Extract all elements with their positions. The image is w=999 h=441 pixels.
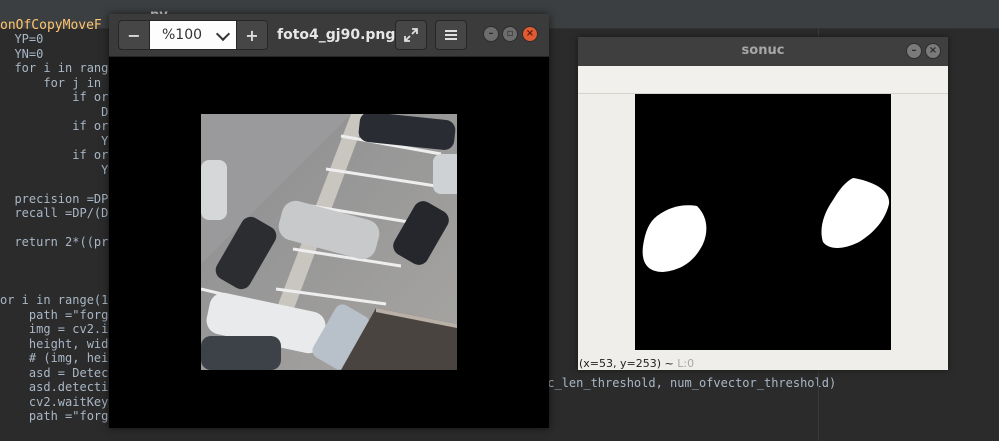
code-line: for i in range( bbox=[0, 61, 123, 75]
code-line: img = cv2.img bbox=[0, 322, 123, 336]
maximize-button[interactable]: ▫ bbox=[502, 26, 518, 42]
code-line: return 2*((prec bbox=[0, 235, 123, 249]
code-line: # (img, heigh bbox=[0, 351, 123, 365]
code-line: recall =DP/(DP+ bbox=[0, 206, 123, 220]
expand-icon bbox=[404, 28, 418, 42]
sonuc-toolbar bbox=[578, 66, 948, 94]
code-line: cv2.waitKey(0 bbox=[0, 394, 123, 409]
close-button[interactable]: × bbox=[925, 43, 941, 59]
code-line: YP bbox=[0, 133, 116, 148]
pixel-level: L:0 bbox=[677, 357, 695, 370]
sonuc-window: sonuc – × (x=53, y=253) ~ L:0 bbox=[578, 37, 948, 370]
hamburger-menu-icon bbox=[445, 30, 457, 40]
minimize-icon: – bbox=[911, 45, 917, 56]
chevron-down-icon bbox=[215, 26, 231, 42]
zoom-out-button[interactable]: − bbox=[118, 20, 150, 50]
code-line: YP=0 bbox=[0, 32, 44, 46]
zoom-level-value: %100 bbox=[162, 27, 203, 43]
minimize-button[interactable]: – bbox=[483, 26, 499, 42]
code-line: for j in ra bbox=[0, 75, 123, 90]
code-line: DP bbox=[0, 104, 116, 119]
image-viewer-window: − %100 + foto4_gj90.png – ▫ × bbox=[109, 14, 549, 428]
code-line-fragment: ec_len_threshold, num_ofvector_threshold… bbox=[540, 376, 837, 390]
detection-mask-image[interactable] bbox=[635, 94, 891, 350]
code-line: YN=0 bbox=[0, 46, 44, 61]
minimize-button[interactable]: – bbox=[906, 43, 922, 59]
code-line: asd = Detecti bbox=[0, 365, 123, 380]
plus-icon: + bbox=[245, 25, 259, 45]
maximize-icon: ▫ bbox=[506, 28, 514, 39]
code-line: precision =DP/( bbox=[0, 191, 123, 206]
cursor-coordinates: (x=53, y=253) ~ bbox=[579, 357, 674, 370]
sonuc-titlebar: sonuc – × bbox=[578, 37, 948, 66]
zoom-in-button[interactable]: + bbox=[236, 20, 268, 50]
close-icon: × bbox=[525, 28, 535, 39]
code-line: path ="forgec bbox=[0, 307, 123, 322]
zoom-level-select[interactable]: %100 bbox=[150, 20, 236, 50]
parking-lot-photo bbox=[201, 114, 457, 370]
minus-icon: − bbox=[127, 25, 141, 45]
code-line: asd.detection bbox=[0, 380, 123, 394]
code-line: or i in range(1( bbox=[0, 293, 116, 307]
menu-button[interactable] bbox=[435, 20, 467, 50]
close-button[interactable]: × bbox=[522, 26, 538, 42]
minimize-icon: – bbox=[488, 28, 494, 39]
viewer-header-bar: − %100 + foto4_gj90.png – ▫ × bbox=[109, 14, 549, 57]
viewer-window-title: foto4_gj90.png bbox=[277, 27, 396, 43]
close-icon: × bbox=[928, 45, 938, 56]
sonuc-status-bar: (x=53, y=253) ~ L:0 bbox=[579, 357, 694, 370]
code-line: YN bbox=[0, 162, 116, 177]
sonuc-window-title: sonuc bbox=[741, 43, 785, 58]
viewer-canvas[interactable] bbox=[109, 57, 549, 428]
code-line: height, width bbox=[0, 336, 123, 351]
fullscreen-button[interactable] bbox=[395, 20, 427, 50]
function-name: onOfCopyMoveF bbox=[0, 18, 102, 33]
